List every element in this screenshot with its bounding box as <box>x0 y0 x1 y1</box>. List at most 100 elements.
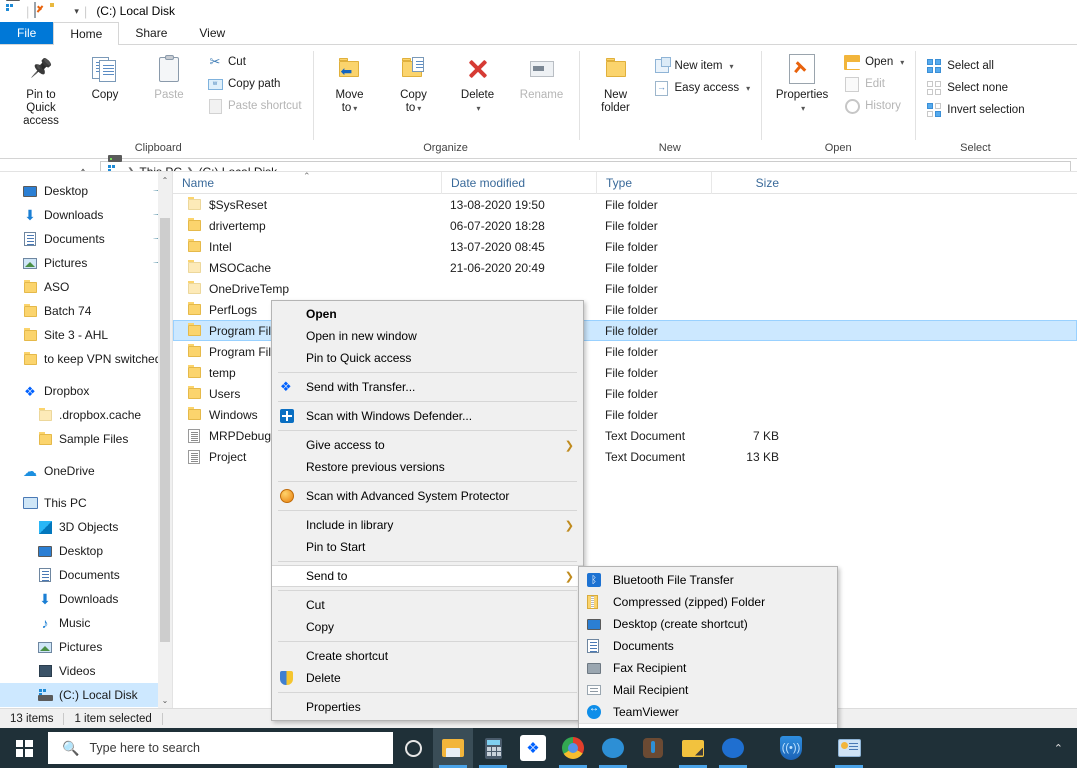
dropbox-button[interactable]: ❖ <box>513 728 553 768</box>
new-item-button[interactable]: New item▾ <box>649 55 756 77</box>
table-row[interactable]: drivertemp06-07-2020 18:28File folder <box>173 215 1077 236</box>
cortana-button[interactable] <box>393 728 433 768</box>
menu-item-give-access-to[interactable]: Give access to❯ <box>272 434 583 456</box>
notepad-button[interactable] <box>673 728 713 768</box>
sidebar-item-3d-objects[interactable]: 3D Objects <box>0 515 172 539</box>
submenu-item-fax-recipient[interactable]: Fax Recipient <box>579 657 837 679</box>
column-header-size[interactable]: Size <box>711 172 791 194</box>
move-to-button[interactable]: ⬅ Move to▾ <box>319 49 381 118</box>
submenu-item-bluetooth-file-transfer[interactable]: ᛒBluetooth File Transfer <box>579 569 837 591</box>
sidebar-item-onedrive[interactable]: ☁OneDrive <box>0 459 172 483</box>
menu-item-send-with-transfer[interactable]: ❖Send with Transfer... <box>272 376 583 398</box>
start-button[interactable] <box>0 728 48 768</box>
properties-icon[interactable] <box>34 3 50 19</box>
new-folder-button[interactable]: New folder <box>585 49 647 118</box>
menu-item-open[interactable]: Open <box>272 303 583 325</box>
delete-button[interactable]: Delete▾ <box>447 49 509 118</box>
sidebar-item-downloads[interactable]: ⬇Downloads📌 <box>0 203 172 227</box>
edit-button[interactable]: Edit <box>839 73 909 95</box>
tab-view[interactable]: View <box>183 22 241 44</box>
history-button[interactable]: History <box>839 95 909 117</box>
ribbon-group-open: Properties▾ Open▾ Edit History <box>761 45 915 158</box>
menu-item-properties[interactable]: Properties <box>272 696 583 718</box>
copy-to-button[interactable]: Copy to▾ <box>383 49 445 118</box>
sidebar-item-desktop[interactable]: Desktop <box>0 539 172 563</box>
no-icon <box>280 699 300 715</box>
chevron-down-icon[interactable]: ▾ <box>74 6 79 17</box>
show-hidden-icons-icon[interactable]: ⌃ <box>1046 742 1071 755</box>
paste-button[interactable]: Paste <box>138 49 200 105</box>
sidebar-item-batch-74[interactable]: Batch 74 <box>0 299 172 323</box>
new-folder-icon[interactable] <box>54 3 70 19</box>
select-none-button[interactable]: Select none <box>921 77 1029 99</box>
menu-item-scan-with-advanced-system-protector[interactable]: Scan with Advanced System Protector <box>272 485 583 507</box>
sidebar-item-music[interactable]: ♪Music <box>0 611 172 635</box>
sidebar-item-documents[interactable]: Documents <box>0 563 172 587</box>
file-explorer-button[interactable] <box>433 728 473 768</box>
submenu-item-mail-recipient[interactable]: Mail Recipient <box>579 679 837 701</box>
sidebar-item-videos[interactable]: Videos <box>0 659 172 683</box>
nav-scroll-thumb[interactable] <box>160 218 170 642</box>
menu-item-cut[interactable]: Cut <box>272 594 583 616</box>
scroll-up-icon[interactable]: ⌃ <box>158 172 172 188</box>
app-blue-button[interactable] <box>713 728 753 768</box>
menu-item-create-shortcut[interactable]: Create shortcut <box>272 645 583 667</box>
column-header-name[interactable]: Name ⌃ <box>173 172 441 194</box>
security-button[interactable]: ((•)) <box>771 728 811 768</box>
paste-shortcut-button[interactable]: Paste shortcut <box>202 95 307 117</box>
tab-home[interactable]: Home <box>53 22 119 45</box>
table-row[interactable]: Intel13-07-2020 08:45File folder <box>173 236 1077 257</box>
calculator-button[interactable] <box>473 728 513 768</box>
open-button[interactable]: Open▾ <box>839 51 909 73</box>
contacts-button[interactable] <box>829 728 869 768</box>
cut-button[interactable]: ✂ Cut <box>202 51 307 73</box>
copy-path-button[interactable]: w Copy path <box>202 73 307 95</box>
menu-item-send-to[interactable]: Send to❯ <box>272 565 583 587</box>
sidebar-item-downloads[interactable]: ⬇Downloads <box>0 587 172 611</box>
sidebar-item-sample-files[interactable]: Sample Files <box>0 427 172 451</box>
rename-button[interactable]: Rename <box>511 49 573 105</box>
sidebar-item-pictures[interactable]: Pictures <box>0 635 172 659</box>
chrome-button[interactable] <box>553 728 593 768</box>
tab-share[interactable]: Share <box>119 22 183 44</box>
copy-button[interactable]: Copy <box>74 49 136 105</box>
menu-item-delete[interactable]: Delete <box>272 667 583 689</box>
sidebar-item-to-keep-vpn-switched[interactable]: to keep VPN switched <box>0 347 172 371</box>
pin-to-quick-access-button[interactable]: Pin to Quick access <box>10 49 72 131</box>
menu-item-open-in-new-window[interactable]: Open in new window <box>272 325 583 347</box>
sidebar-item-desktop[interactable]: Desktop📌 <box>0 179 172 203</box>
column-header-type[interactable]: Type <box>596 172 711 194</box>
menu-item-scan-with-windows-defender[interactable]: Scan with Windows Defender... <box>272 405 583 427</box>
sidebar-item-dropbox-cache[interactable]: .dropbox.cache <box>0 403 172 427</box>
properties-button[interactable]: Properties▾ <box>767 49 837 118</box>
submenu-item-teamviewer[interactable]: TeamViewer <box>579 701 837 723</box>
sidebar-item-c-local-disk[interactable]: (C:) Local Disk <box>0 683 172 707</box>
sidebar-item-documents[interactable]: Documents📌 <box>0 227 172 251</box>
easy-access-button[interactable]: Easy access▾ <box>649 77 756 99</box>
submenu-item-documents[interactable]: Documents <box>579 635 837 657</box>
sidebar-item-dropbox[interactable]: ❖Dropbox <box>0 379 172 403</box>
table-row[interactable]: MSOCache21-06-2020 20:49File folder <box>173 257 1077 278</box>
search-input[interactable]: 🔍 Type here to search <box>48 732 393 764</box>
tab-file[interactable]: File <box>0 22 53 44</box>
sidebar-item-this-pc[interactable]: This PC <box>0 491 172 515</box>
menu-item-include-in-library[interactable]: Include in library❯ <box>272 514 583 536</box>
app-brown-button[interactable] <box>633 728 673 768</box>
sidebar-item-site-3-ahl[interactable]: Site 3 - AHL <box>0 323 172 347</box>
submenu-item-compressed-zipped-folder[interactable]: Compressed (zipped) Folder <box>579 591 837 613</box>
menu-item-copy[interactable]: Copy <box>272 616 583 638</box>
menu-item-pin-to-quick-access[interactable]: Pin to Quick access <box>272 347 583 369</box>
column-header-date-modified[interactable]: Date modified <box>441 172 596 194</box>
table-row[interactable]: $SysReset13-08-2020 19:50File folder <box>173 194 1077 215</box>
sidebar-item-aso[interactable]: ASO <box>0 275 172 299</box>
nav-scrollbar[interactable]: ⌃ ⌄ <box>158 172 172 708</box>
submenu-item-desktop-create-shortcut[interactable]: Desktop (create shortcut) <box>579 613 837 635</box>
edge-button[interactable] <box>593 728 633 768</box>
menu-item-restore-previous-versions[interactable]: Restore previous versions <box>272 456 583 478</box>
menu-item-pin-to-start[interactable]: Pin to Start <box>272 536 583 558</box>
invert-selection-button[interactable]: Invert selection <box>921 99 1029 121</box>
sidebar-item-pictures[interactable]: Pictures📌 <box>0 251 172 275</box>
scroll-down-icon[interactable]: ⌄ <box>158 692 172 708</box>
table-row[interactable]: OneDriveTempFile folder <box>173 278 1077 299</box>
select-all-button[interactable]: Select all <box>921 55 1029 77</box>
